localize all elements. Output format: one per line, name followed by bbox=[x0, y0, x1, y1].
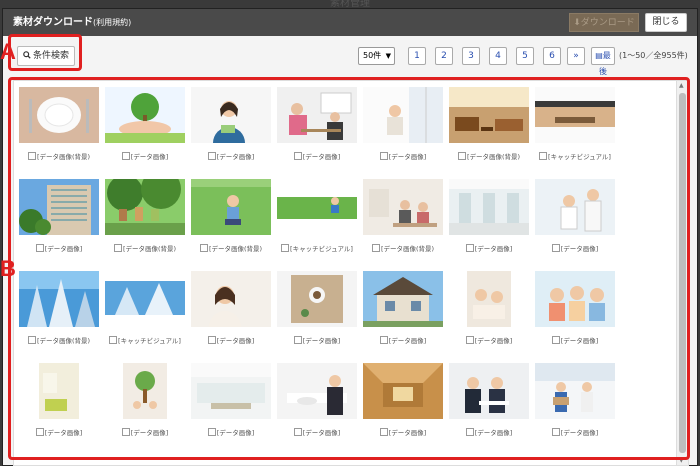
per-page-select[interactable]: 50件 ▼ bbox=[358, 47, 395, 65]
page-5-button[interactable]: 5 bbox=[516, 47, 534, 65]
annotation-box-a bbox=[8, 34, 82, 71]
annotation-label-b: B bbox=[0, 256, 16, 281]
page-2-button[interactable]: 2 bbox=[435, 47, 453, 65]
page-6-button[interactable]: 6 bbox=[543, 47, 561, 65]
page-1-button[interactable]: 1 bbox=[408, 47, 426, 65]
last-page-icon: ▤ bbox=[595, 51, 603, 60]
background-window-title: 素材管理 bbox=[330, 0, 370, 9]
download-icon: ⬇ bbox=[573, 18, 581, 28]
close-button[interactable]: 閉じる bbox=[645, 13, 687, 32]
result-count: (1〜50／全955件) bbox=[619, 51, 688, 60]
page-3-button[interactable]: 3 bbox=[462, 47, 480, 65]
annotation-label-a: A bbox=[0, 39, 16, 64]
toolbar: 条件検索 50件 ▼ 1 2 3 4 5 6 » ▤最後 (1〜50／全955件) bbox=[3, 36, 697, 78]
dialog-title: 素材ダウンロード(利用規約) bbox=[13, 17, 132, 28]
last-page-button[interactable]: ▤最後 bbox=[591, 47, 615, 76]
page-4-button[interactable]: 4 bbox=[489, 47, 507, 65]
chevron-down-icon: ▼ bbox=[385, 52, 391, 60]
next-page-button[interactable]: » bbox=[567, 47, 585, 65]
dialog-header: 素材ダウンロード(利用規約) ⬇ダウンロード 閉じる bbox=[3, 9, 697, 36]
annotation-box-b bbox=[8, 77, 690, 460]
download-button[interactable]: ⬇ダウンロード bbox=[569, 13, 639, 32]
